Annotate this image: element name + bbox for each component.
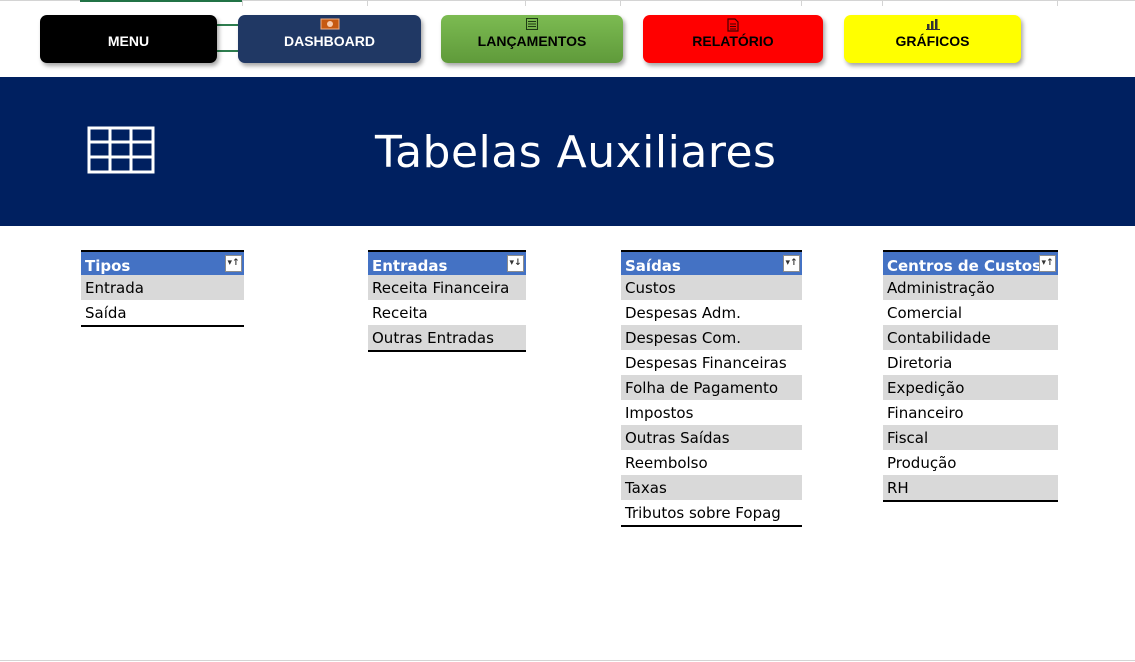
table-row[interactable]: Receita Financeira: [368, 275, 526, 300]
filter-sort-icon[interactable]: ▾↑: [1039, 255, 1056, 272]
column-divider: [882, 0, 883, 6]
column-divider: [367, 0, 368, 6]
entradas-table-header[interactable]: Entradas ▾↓: [368, 250, 526, 275]
page-title: Tabelas Auxiliares: [375, 127, 777, 178]
column-divider: [1057, 0, 1058, 6]
dashboard-button-label: DASHBOARD: [284, 33, 375, 49]
table-bottom-border: [621, 525, 802, 527]
tipos-header-label: Tipos: [85, 257, 131, 275]
menu-button[interactable]: MENU: [40, 15, 217, 63]
centros-table-header[interactable]: Centros de Custos ▾↑: [883, 250, 1058, 275]
table-row[interactable]: Reembolso: [621, 450, 802, 475]
table-row[interactable]: Contabilidade: [883, 325, 1058, 350]
table-row[interactable]: Produção: [883, 450, 1058, 475]
filter-sort-icon[interactable]: ▾↑: [783, 255, 800, 272]
lancamentos-button-label: LANÇAMENTOS: [477, 33, 587, 49]
table-bottom-border: [368, 350, 526, 352]
saidas-header-label: Saídas: [625, 257, 681, 275]
selected-cell-indicator: [80, 0, 242, 2]
document-icon: [727, 18, 739, 34]
dashboard-button[interactable]: DASHBOARD: [238, 15, 421, 63]
table-row[interactable]: Fiscal: [883, 425, 1058, 450]
centros-de-custos-table: Centros de Custos ▾↑ Administração Comer…: [883, 250, 1058, 502]
table-row[interactable]: Despesas Com.: [621, 325, 802, 350]
connector-line: [217, 24, 238, 26]
table-row[interactable]: RH: [883, 475, 1058, 500]
table-icon: [87, 126, 155, 174]
filter-sort-icon[interactable]: ▾↑: [225, 255, 242, 272]
table-row[interactable]: Custos: [621, 275, 802, 300]
column-divider: [525, 0, 526, 6]
graficos-button[interactable]: GRÁFICOS: [844, 15, 1021, 63]
saidas-table-header[interactable]: Saídas ▾↑: [621, 250, 802, 275]
table-row[interactable]: Folha de Pagamento: [621, 375, 802, 400]
table-row[interactable]: Despesas Financeiras: [621, 350, 802, 375]
table-row[interactable]: Impostos: [621, 400, 802, 425]
entradas-table: Entradas ▾↓ Receita Financeira Receita O…: [368, 250, 526, 352]
relatorio-button[interactable]: RELATÓRIO: [643, 15, 823, 63]
tipos-table-header[interactable]: Tipos ▾↑: [81, 250, 244, 275]
sheet-bottom-gridline: [0, 660, 1135, 661]
graficos-button-label: GRÁFICOS: [895, 33, 970, 49]
saidas-table: Saídas ▾↑ Custos Despesas Adm. Despesas …: [621, 250, 802, 527]
column-divider: [242, 0, 243, 6]
lancamentos-button[interactable]: LANÇAMENTOS: [441, 15, 623, 63]
list-icon: [526, 18, 538, 32]
money-icon: [320, 18, 340, 32]
bar-chart-icon: [925, 18, 940, 32]
tipos-table: Tipos ▾↑ Entrada Saída: [81, 250, 244, 327]
table-row[interactable]: Entrada: [81, 275, 244, 300]
column-divider: [801, 0, 802, 6]
centros-header-label: Centros de Custos: [887, 257, 1042, 275]
table-row[interactable]: Comercial: [883, 300, 1058, 325]
table-bottom-border: [883, 500, 1058, 502]
table-row[interactable]: Expedição: [883, 375, 1058, 400]
table-row[interactable]: Tributos sobre Fopag: [621, 500, 802, 525]
table-row[interactable]: Saída: [81, 300, 244, 325]
table-row[interactable]: Taxas: [621, 475, 802, 500]
table-row[interactable]: Despesas Adm.: [621, 300, 802, 325]
column-divider: [620, 0, 621, 6]
table-bottom-border: [81, 325, 244, 327]
entradas-header-label: Entradas: [372, 257, 448, 275]
filter-sort-icon[interactable]: ▾↓: [507, 255, 524, 272]
table-row[interactable]: Outras Entradas: [368, 325, 526, 350]
table-row[interactable]: Outras Saídas: [621, 425, 802, 450]
relatorio-button-label: RELATÓRIO: [692, 33, 774, 49]
menu-button-label: MENU: [107, 33, 150, 49]
table-row[interactable]: Financeiro: [883, 400, 1058, 425]
connector-line: [217, 50, 238, 52]
table-row[interactable]: Administração: [883, 275, 1058, 300]
table-row[interactable]: Diretoria: [883, 350, 1058, 375]
table-row[interactable]: Receita: [368, 300, 526, 325]
spreadsheet-sheet: MENU DASHBOARD LANÇAMENTOS RELATÓRIO GRÁ…: [0, 0, 1135, 662]
